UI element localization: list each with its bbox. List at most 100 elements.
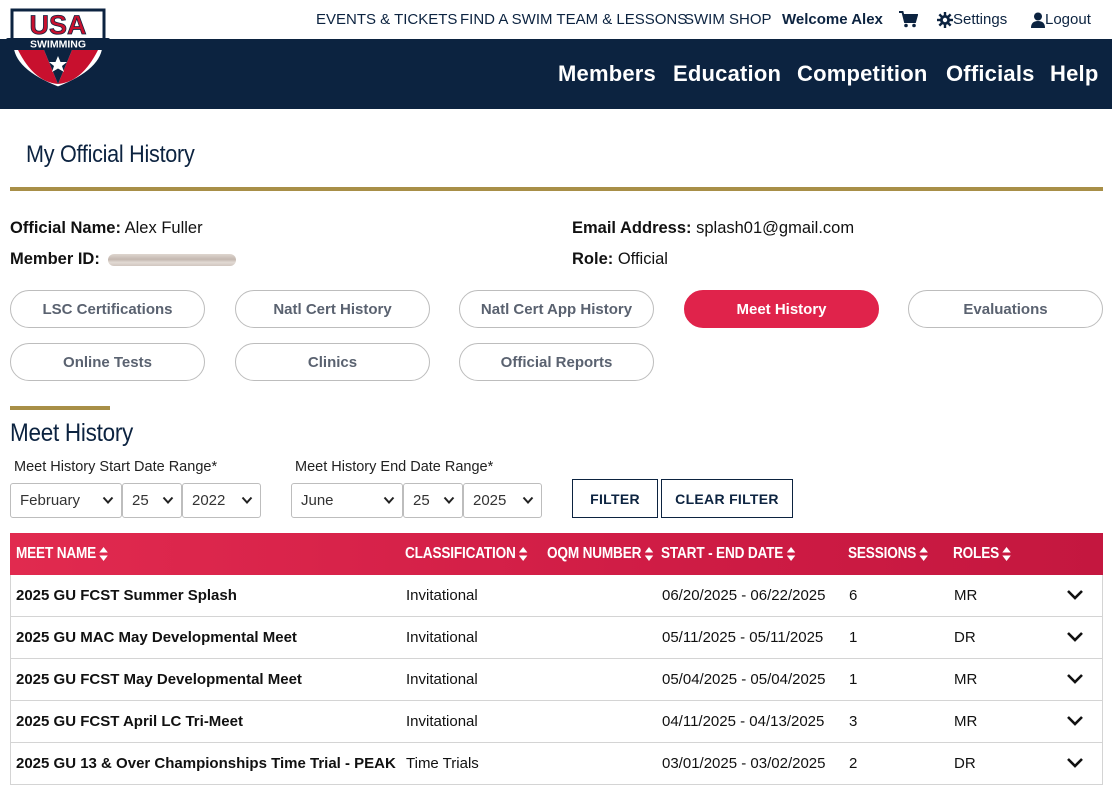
member-id-redacted	[108, 253, 237, 266]
logo-swimming-text: SWIMMING	[30, 39, 86, 51]
end-year-select[interactable]: 2025	[463, 483, 542, 518]
logout-label: Logout	[1045, 11, 1091, 28]
find-swim-team-link[interactable]: FIND A SWIM TEAM & LESSONS	[460, 11, 687, 28]
meet-name-cell: 2025 GU FCST Summer Splash	[16, 587, 237, 604]
sort-icon	[644, 546, 654, 561]
start-month-select[interactable]: February	[10, 483, 122, 518]
meet-name-cell: 2025 GU FCST April LC Tri-Meet	[16, 713, 243, 730]
table-row: 2025 GU 13 & Over Championships Time Tri…	[11, 743, 1102, 785]
roles-cell: MR	[954, 671, 978, 688]
gear-icon	[937, 12, 953, 29]
filter-button[interactable]: FILTER	[572, 479, 658, 518]
date-range-cell: 04/11/2025 - 04/13/2025	[662, 713, 825, 730]
sessions-cell: 6	[849, 587, 858, 604]
settings-link[interactable]: Settings	[937, 11, 1007, 29]
swim-shop-link[interactable]: SWIM SHOP	[684, 11, 772, 28]
classification-cell: Time Trials	[406, 755, 479, 772]
official-name-value: Alex Fuller	[124, 219, 203, 237]
table-row: 2025 GU MAC May Developmental Meet Invit…	[11, 617, 1102, 659]
title-divider	[10, 187, 1103, 191]
roles-cell: DR	[954, 755, 976, 772]
start-month-value: February	[20, 492, 81, 509]
date-range-cell: 05/04/2025 - 05/04/2025	[662, 671, 826, 688]
meet-name-cell: 2025 GU 13 & Over Championships Time Tri…	[16, 755, 396, 772]
cart-icon[interactable]	[899, 10, 918, 28]
sort-icon	[786, 546, 796, 561]
column-header-roles[interactable]: ROLES	[953, 545, 1011, 563]
tab-natl-cert-app-history[interactable]: Natl Cert App History	[459, 290, 654, 328]
nav-members[interactable]: Members	[558, 61, 656, 87]
table-row: 2025 GU FCST April LC Tri-Meet Invitatio…	[11, 701, 1102, 743]
column-label: CLASSIFICATION	[405, 545, 516, 562]
chevron-down-icon[interactable]	[1066, 630, 1084, 644]
page-title: My Official History	[26, 141, 195, 168]
column-header-oqm-number[interactable]: OQM NUMBER	[547, 545, 654, 563]
table-row: 2025 GU FCST Summer Splash Invitational …	[11, 575, 1102, 617]
sessions-cell: 3	[849, 713, 858, 730]
start-day-select[interactable]: 25	[122, 483, 182, 518]
tab-official-reports[interactable]: Official Reports	[459, 343, 654, 381]
start-date-label: Meet History Start Date Range*	[14, 459, 218, 475]
usa-swimming-logo[interactable]: USA SWIMMING	[4, 4, 112, 90]
date-range-cell: 05/11/2025 - 05/11/2025	[662, 629, 824, 646]
end-month-value: June	[301, 492, 334, 509]
events-tickets-link[interactable]: EVENTS & TICKETS	[316, 11, 457, 28]
chevron-down-icon[interactable]	[1066, 756, 1084, 770]
sort-icon	[519, 546, 528, 561]
column-header-sessions[interactable]: SESSIONS	[848, 545, 929, 563]
table-row: 2025 GU FCST May Developmental Meet Invi…	[11, 659, 1102, 701]
classification-cell: Invitational	[406, 671, 478, 688]
end-day-select[interactable]: 25	[403, 483, 463, 518]
tab-clinics[interactable]: Clinics	[235, 343, 430, 381]
end-month-select[interactable]: June	[291, 483, 403, 518]
sort-icon	[1002, 546, 1011, 561]
logo-usa-text: USA	[29, 10, 86, 40]
column-header-start-end-date[interactable]: START - END DATE	[661, 545, 796, 563]
chevron-down-icon[interactable]	[1066, 588, 1084, 602]
column-header-meet-name[interactable]: MEET NAME	[16, 545, 108, 563]
user-icon	[1031, 12, 1045, 29]
start-day-value: 25	[132, 492, 149, 509]
sessions-cell: 1	[849, 671, 858, 688]
chevron-down-icon	[241, 496, 253, 504]
email-label: Email Address:	[572, 219, 692, 237]
member-id-row: Member ID:	[10, 250, 237, 269]
column-header-classification[interactable]: CLASSIFICATION	[405, 545, 528, 563]
section-divider	[10, 406, 110, 410]
start-year-select[interactable]: 2022	[182, 483, 261, 518]
email-row: Email Address: splash01@gmail.com	[572, 219, 854, 238]
official-name-label: Official Name:	[10, 219, 121, 237]
sort-icon	[919, 546, 929, 561]
date-range-cell: 06/20/2025 - 06/22/2025	[662, 587, 826, 604]
nav-competition[interactable]: Competition	[797, 61, 928, 87]
main-nav: Members Education Competition Officials …	[0, 39, 1112, 109]
tab-lsc-certifications[interactable]: LSC Certifications	[10, 290, 205, 328]
logout-link[interactable]: Logout	[1031, 11, 1091, 29]
classification-cell: Invitational	[406, 587, 478, 604]
tab-evaluations[interactable]: Evaluations	[908, 290, 1103, 328]
nav-education[interactable]: Education	[673, 61, 781, 87]
column-label: SESSIONS	[848, 545, 917, 562]
tab-meet-history[interactable]: Meet History	[684, 290, 879, 328]
classification-cell: Invitational	[406, 713, 478, 730]
tab-online-tests[interactable]: Online Tests	[10, 343, 205, 381]
meet-history-table: 2025 GU FCST Summer Splash Invitational …	[10, 575, 1103, 785]
nav-help[interactable]: Help	[1050, 61, 1098, 87]
column-label: START - END DATE	[661, 545, 784, 562]
chevron-down-icon	[102, 496, 114, 504]
section-title: Meet History	[10, 419, 134, 447]
meet-name-cell: 2025 GU FCST May Developmental Meet	[16, 671, 302, 688]
roles-cell: DR	[954, 629, 976, 646]
sessions-cell: 1	[849, 629, 858, 646]
chevron-down-icon[interactable]	[1066, 714, 1084, 728]
role-row: Role: Official	[572, 250, 668, 269]
chevron-down-icon[interactable]	[1066, 672, 1084, 686]
roles-cell: MR	[954, 713, 978, 730]
nav-officials[interactable]: Officials	[946, 61, 1035, 87]
table-header: MEET NAME CLASSIFICATION OQM NUMBER STAR…	[10, 533, 1103, 575]
chevron-down-icon	[443, 496, 455, 504]
start-year-value: 2022	[192, 492, 226, 509]
tab-natl-cert-history[interactable]: Natl Cert History	[235, 290, 430, 328]
sessions-cell: 2	[849, 755, 858, 772]
clear-filter-button[interactable]: CLEAR FILTER	[661, 479, 793, 518]
